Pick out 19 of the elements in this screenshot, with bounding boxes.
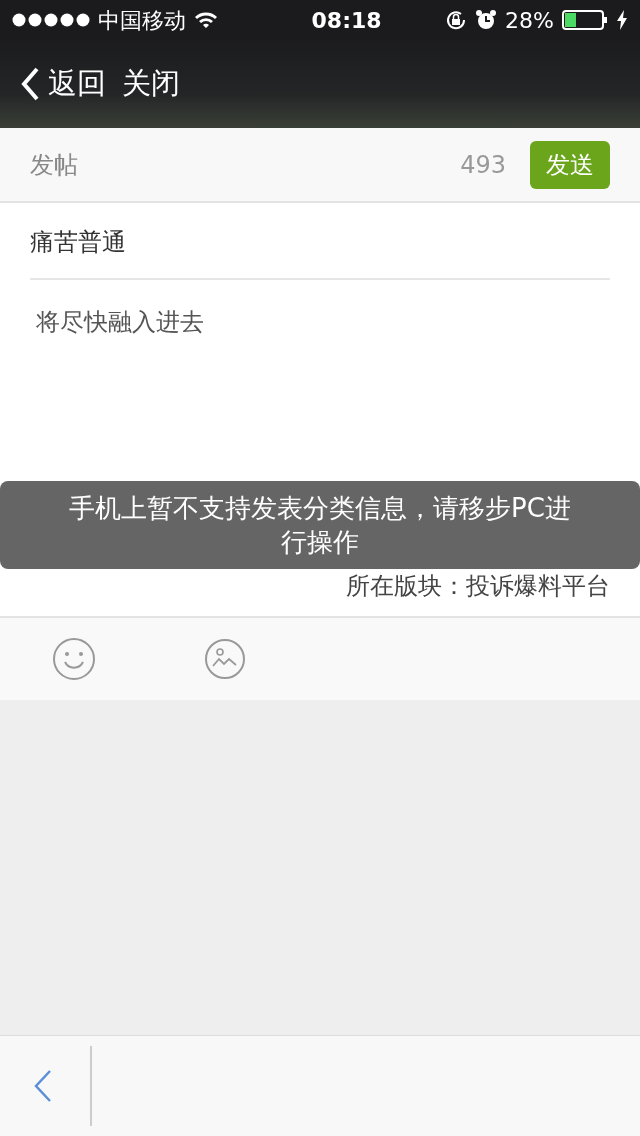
carrier-name: 中国移动 bbox=[98, 6, 186, 35]
clock-time: 08:18 bbox=[311, 6, 382, 35]
wifi-icon bbox=[194, 11, 218, 29]
notice-toast: 手机上暂不支持发表分类信息，请移步PC进行操作 bbox=[0, 481, 640, 569]
signal-icon bbox=[12, 13, 90, 27]
compose-title: 发帖 bbox=[30, 149, 79, 181]
back-link[interactable]: 返回 bbox=[20, 62, 106, 106]
image-icon[interactable] bbox=[204, 638, 246, 680]
charging-icon bbox=[616, 10, 628, 30]
body-field[interactable]: 将尽快融入进去 bbox=[0, 280, 640, 480]
smiley-icon[interactable] bbox=[52, 637, 96, 681]
character-count: 493 bbox=[460, 149, 506, 181]
alarm-icon bbox=[475, 9, 498, 31]
subject-field[interactable]: 痛苦普通 bbox=[0, 203, 640, 280]
back-chevron-icon bbox=[20, 66, 40, 102]
battery-icon bbox=[562, 10, 608, 30]
battery-percent: 28% bbox=[505, 6, 554, 35]
close-link[interactable]: 关闭 bbox=[122, 62, 180, 106]
rotation-lock-icon bbox=[445, 9, 468, 31]
